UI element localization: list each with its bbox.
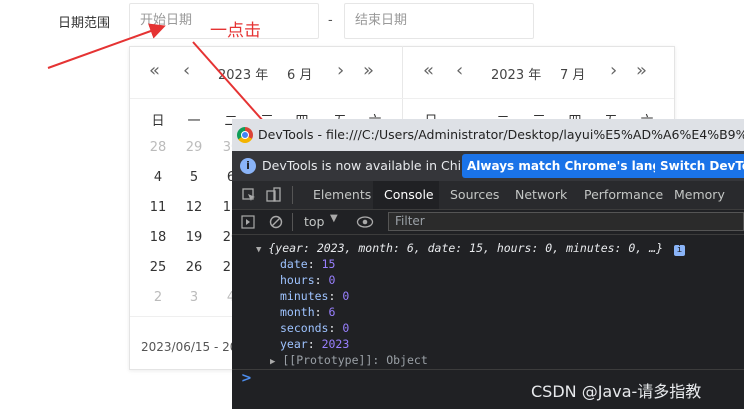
prop-value: 6 xyxy=(328,305,336,319)
tab-separator xyxy=(292,186,293,204)
console-prop-row[interactable]: seconds: 0 xyxy=(280,321,349,335)
console-prop-row[interactable]: minutes: 0 xyxy=(280,289,349,303)
tab-network[interactable]: Network xyxy=(515,181,567,209)
chrome-icon xyxy=(237,127,253,143)
console-prompt-icon[interactable]: > xyxy=(241,371,252,386)
inspect-element-icon[interactable] xyxy=(242,188,256,202)
console-filter-input[interactable]: Filter xyxy=(388,212,744,231)
toolbar-separator xyxy=(292,213,293,231)
console-prompt-divider xyxy=(232,369,744,370)
tab-performance[interactable]: Performance xyxy=(584,181,663,209)
prop-key: seconds xyxy=(280,321,329,335)
prop-value: 0 xyxy=(328,273,336,287)
console-object-summary[interactable]: ▼ {year: 2023, month: 6, date: 15, hours… xyxy=(256,241,685,256)
object-info-icon[interactable]: i xyxy=(673,245,685,256)
info-icon: i xyxy=(240,158,256,174)
switch-devtools-button[interactable]: Switch DevTools xyxy=(655,154,744,178)
annotation-click-text: 一点击 xyxy=(210,21,261,41)
console-prop-row[interactable]: date: 15 xyxy=(280,257,335,271)
devtools-tabbar: Elements Console Sources Network Perform… xyxy=(232,181,744,210)
context-dropdown-icon[interactable]: ▼ xyxy=(330,213,338,224)
devtools-window: DevTools - file:///C:/Users/Administrato… xyxy=(232,119,744,409)
console-prop-row[interactable]: month: 6 xyxy=(280,305,335,319)
device-toolbar-icon[interactable] xyxy=(266,187,282,203)
console-toolbar: top ▼ Filter xyxy=(232,210,744,235)
prop-key: year xyxy=(280,337,308,351)
infobar-text: DevTools is now available in Chinese! xyxy=(262,158,496,173)
context-selector[interactable]: top xyxy=(304,214,324,229)
tab-sources[interactable]: Sources xyxy=(450,181,499,209)
console-prop-row[interactable]: hours: 0 xyxy=(280,273,335,287)
prop-key: month xyxy=(280,305,315,319)
tab-memory[interactable]: Memory xyxy=(674,181,725,209)
sidebar-toggle-icon[interactable] xyxy=(241,215,255,229)
prototype-row[interactable]: ▶ [[Prototype]]: Object xyxy=(270,353,428,367)
arrow-to-start-input xyxy=(47,23,166,69)
console-prop-row[interactable]: year: 2023 xyxy=(280,337,349,351)
prop-key: hours xyxy=(280,273,315,287)
prop-value: 0 xyxy=(342,289,350,303)
expand-triangle-icon[interactable]: ▼ xyxy=(256,245,261,255)
live-expression-eye-icon[interactable] xyxy=(356,215,374,229)
prop-key: date xyxy=(280,257,308,271)
tab-console[interactable]: Console xyxy=(373,181,439,209)
devtools-titlebar: DevTools - file:///C:/Users/Administrato… xyxy=(232,119,744,151)
prop-value: 2023 xyxy=(321,337,350,351)
devtools-title: DevTools - file:///C:/Users/Administrato… xyxy=(258,127,744,142)
collapse-triangle-icon[interactable]: ▶ xyxy=(270,357,275,367)
tab-elements[interactable]: Elements xyxy=(303,181,375,209)
clear-console-icon[interactable] xyxy=(269,215,283,229)
prop-value: 15 xyxy=(321,257,336,271)
prop-key: minutes xyxy=(280,289,329,303)
csdn-watermark: CSDN @Java-请多指教 xyxy=(531,382,702,401)
language-infobar: i DevTools is now available in Chinese! … xyxy=(232,151,744,181)
prop-value: 0 xyxy=(342,321,350,335)
